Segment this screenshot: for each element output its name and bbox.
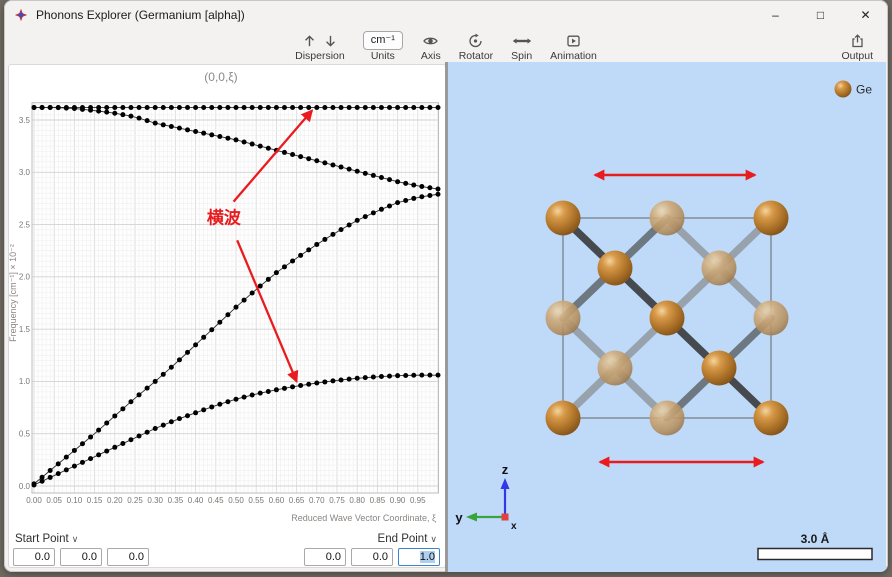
- svg-text:1.5: 1.5: [19, 325, 31, 334]
- svg-text:0.95: 0.95: [410, 496, 426, 505]
- end-point-input-2[interactable]: 1.0: [398, 548, 440, 566]
- svg-text:0.50: 0.50: [228, 496, 244, 505]
- dispersion-chart: (0,0,ξ) 0.00 0.05 0.10 0.15 0.20 0.25 0.30 0.35…: [9, 65, 445, 527]
- units-label: Units: [371, 50, 395, 62]
- app-icon: [14, 8, 28, 22]
- x-axis-label: Reduced Wave Vector Coordinate, ξ: [291, 513, 436, 523]
- axis-x-label: x: [511, 521, 517, 532]
- svg-text:横波: 横波: [207, 207, 242, 227]
- dispersion-panel: (0,0,ξ) 0.00 0.05 0.10 0.15 0.20 0.25 0.30 0.35…: [8, 64, 446, 568]
- window-title: Phonons Explorer (Germanium [alpha]): [36, 8, 245, 22]
- structure-scene: Ge 3.0 Å z y x: [448, 62, 886, 572]
- svg-text:0.85: 0.85: [370, 496, 386, 505]
- scale-bar: [758, 549, 872, 560]
- app-window: Phonons Explorer (Germanium [alpha]) – □…: [4, 0, 888, 572]
- axis-z-label: z: [502, 462, 509, 477]
- svg-text:0.15: 0.15: [87, 496, 103, 505]
- output-group: Output: [832, 30, 882, 62]
- animation-group: Animation: [541, 30, 606, 62]
- svg-text:0.0: 0.0: [19, 482, 31, 491]
- rotator-label: Rotator: [459, 50, 493, 62]
- axis-label: Axis: [421, 50, 441, 62]
- axis-y-label: y: [455, 510, 463, 525]
- dispersion-down-button[interactable]: [323, 33, 338, 49]
- end-point-chevron: ∨: [430, 534, 437, 544]
- units-button[interactable]: cm⁻¹: [363, 31, 403, 50]
- y-axis-label: Frequency [cm⁻¹] × 10⁻²: [9, 244, 18, 342]
- svg-text:3.0: 3.0: [19, 168, 31, 177]
- spin-label: Spin: [511, 50, 532, 62]
- output-label: Output: [841, 50, 873, 62]
- svg-text:1.0: 1.0: [19, 377, 31, 386]
- start-point-input-0[interactable]: 0.0: [13, 548, 55, 566]
- svg-text:0.35: 0.35: [168, 496, 184, 505]
- svg-text:0.60: 0.60: [269, 496, 285, 505]
- svg-text:0.70: 0.70: [309, 496, 325, 505]
- animation-label: Animation: [550, 50, 597, 62]
- start-point-input-2[interactable]: 0.0: [107, 548, 149, 566]
- start-point-input-1[interactable]: 0.0: [60, 548, 102, 566]
- end-point-label[interactable]: End Point∨: [378, 533, 437, 545]
- close-button[interactable]: ✕: [843, 0, 888, 30]
- toolbar: Dispersion cm⁻¹ Units Axis Rotator: [4, 30, 888, 62]
- svg-text:0.30: 0.30: [147, 496, 163, 505]
- svg-text:0.55: 0.55: [248, 496, 264, 505]
- svg-text:0.90: 0.90: [390, 496, 406, 505]
- axis-triad: [466, 478, 510, 522]
- start-point-label[interactable]: Start Point∨: [15, 533, 78, 545]
- spin-group: Spin: [502, 30, 541, 62]
- axis-group: Axis: [412, 30, 450, 62]
- svg-text:0.80: 0.80: [349, 496, 365, 505]
- minimize-button[interactable]: –: [753, 0, 798, 30]
- eye-icon[interactable]: [422, 33, 439, 49]
- chart-title: (0,0,ξ): [204, 70, 237, 84]
- scale-bar-label: 3.0 Å: [801, 531, 830, 546]
- svg-text:0.10: 0.10: [67, 496, 83, 505]
- legend-element-symbol: Ge: [856, 83, 872, 97]
- dispersion-group: Dispersion: [286, 30, 354, 62]
- start-point-chevron: ∨: [72, 534, 79, 544]
- svg-text:0.65: 0.65: [289, 496, 305, 505]
- svg-text:2.0: 2.0: [19, 273, 31, 282]
- svg-text:0.25: 0.25: [127, 496, 143, 505]
- output-icon[interactable]: [849, 33, 866, 49]
- svg-text:0.5: 0.5: [19, 430, 31, 439]
- legend-atom-icon: [835, 81, 852, 98]
- titlebar: Phonons Explorer (Germanium [alpha]) – □…: [4, 0, 888, 30]
- rotator-group: Rotator: [450, 30, 502, 62]
- dispersion-label: Dispersion: [295, 50, 345, 62]
- svg-text:0.20: 0.20: [107, 496, 123, 505]
- structure-viewport[interactable]: Ge 3.0 Å z y x: [448, 62, 886, 572]
- rotator-icon[interactable]: [467, 33, 484, 49]
- svg-text:3.5: 3.5: [19, 116, 31, 125]
- svg-text:0.40: 0.40: [188, 496, 204, 505]
- svg-text:0.45: 0.45: [208, 496, 224, 505]
- dispersion-up-button[interactable]: [302, 33, 317, 49]
- maximize-button[interactable]: □: [798, 0, 843, 30]
- svg-text:0.75: 0.75: [329, 496, 345, 505]
- end-point-input-1[interactable]: 0.0: [351, 548, 393, 566]
- spin-icon[interactable]: [512, 33, 532, 49]
- units-group: cm⁻¹ Units: [354, 30, 412, 62]
- play-icon[interactable]: [565, 33, 582, 49]
- end-point-input-0[interactable]: 0.0: [304, 548, 346, 566]
- svg-text:0.00: 0.00: [26, 496, 42, 505]
- svg-text:0.05: 0.05: [46, 496, 62, 505]
- svg-text:2.5: 2.5: [19, 220, 31, 229]
